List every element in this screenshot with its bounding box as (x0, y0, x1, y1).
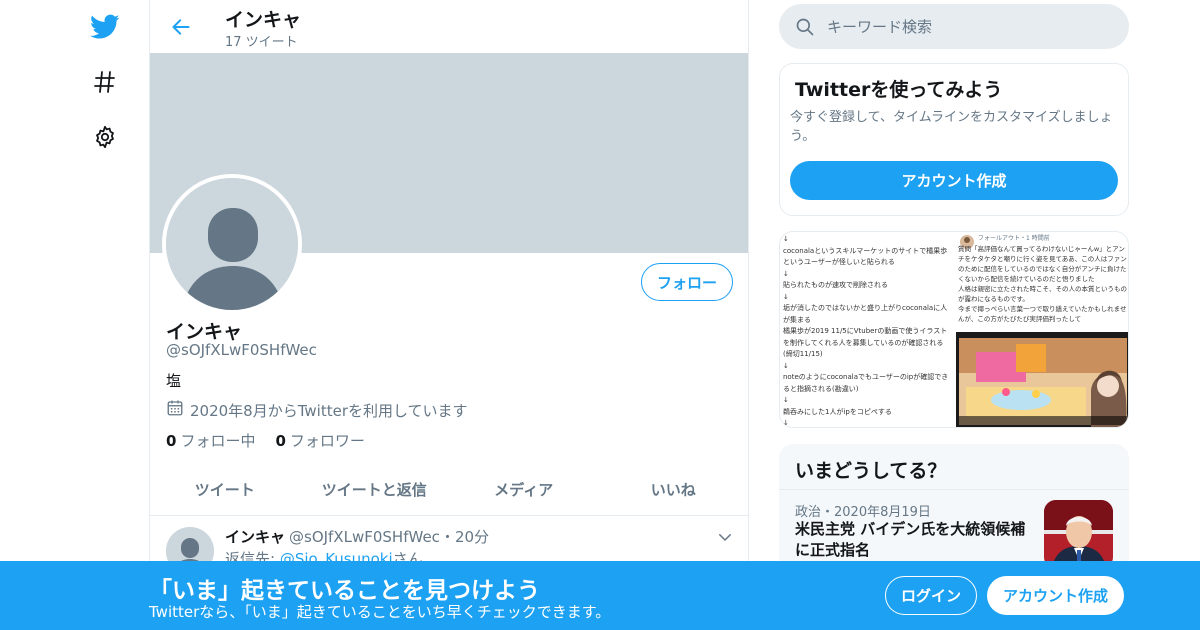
signup-button[interactable]: アカウント作成 (987, 576, 1124, 615)
profile-stats: 0 フォロー中 0 フォロワー (166, 430, 365, 451)
media-right-header: フォールアウト・1 時間前 (978, 235, 1050, 242)
media-preview-card[interactable]: ↓ coconalaというスキルマーケットのサイトで橘果歩というユーザーが怪しい… (779, 231, 1129, 428)
prompt-subtitle: Twitterなら、「いま」起きていることをいち早くチェックできます。 (149, 603, 611, 621)
profile-tabs: ツイート ツイートと返信 メディア いいね (150, 464, 748, 516)
tab-media[interactable]: メディア (449, 464, 599, 515)
game-screenshot-thumbnail (956, 332, 1128, 427)
profile-bio: 塩 (166, 372, 182, 390)
profile-header-bar: インキャ 17 ツイート (150, 0, 748, 53)
chevron-down-icon[interactable] (716, 528, 734, 546)
hashtag-icon[interactable] (88, 65, 122, 99)
media-image-right[interactable]: フォールアウト・1 時間前 質問「高評価なんて買ってるわけないじゃーんw」とアン… (956, 232, 1128, 427)
profile-name: インキャ (166, 321, 243, 343)
following-link[interactable]: 0 フォロー中 (166, 430, 255, 451)
profile-handle: @sOJfXLwF0SHfWec (166, 341, 317, 359)
prompt-title: 「いま」起きていることを見つけよう (149, 578, 540, 604)
signup-card-description: 今すぐ登録して、タイムラインをカスタマイズしましょう。 (790, 110, 1113, 144)
following-label: フォロー中 (180, 432, 256, 450)
tab-tweets[interactable]: ツイート (150, 464, 300, 515)
profile-avatar[interactable] (162, 174, 302, 314)
followers-label: フォロワー (289, 432, 365, 450)
joined-text: 2020年8月からTwitterを利用しています (190, 401, 468, 420)
search-input[interactable] (827, 4, 1117, 49)
media-left-text: ↓ coconalaというスキルマーケットのサイトで橘果歩というユーザーが怪しい… (783, 235, 949, 427)
left-nav (0, 0, 150, 630)
media-right-text: 質問「高評価なんて買ってるわけないじゃーんw」とアンチをケタケタと嘲りに行く姿を… (958, 245, 1127, 323)
trend-thumbnail[interactable] (1044, 500, 1113, 569)
header-title: インキャ (225, 9, 302, 31)
signup-card-title: Twitterを使ってみよう (795, 79, 1003, 101)
following-count: 0 (166, 432, 177, 450)
twitter-bird-icon[interactable] (88, 10, 122, 44)
profile-column: インキャ 17 ツイート フォロー インキャ @sOJfXLwF0SHfWec … (149, 0, 749, 630)
tweet-time[interactable]: ・20分 (440, 528, 489, 546)
trend-meta: 政治・2020年8月19日 (795, 505, 931, 520)
tab-likes[interactable]: いいね (599, 464, 749, 515)
page: インキャ 17 ツイート フォロー インキャ @sOJfXLwF0SHfWec … (0, 0, 1200, 630)
tweet-author-name[interactable]: インキャ (225, 528, 285, 546)
right-sidebar: Twitterを使ってみよう 今すぐ登録して、タイムラインをカスタマイズしましょ… (779, 0, 1129, 630)
search-box[interactable] (779, 4, 1129, 49)
back-arrow-icon[interactable] (166, 12, 196, 42)
signup-prompt-bar: 「いま」起きていることを見つけよう Twitterなら、「いま」起きていることを… (0, 561, 1200, 630)
trends-title: いまどうしてる？ (795, 460, 947, 482)
calendar-icon (166, 399, 184, 421)
tab-tweets-and-replies[interactable]: ツイートと返信 (300, 464, 450, 515)
search-icon (795, 17, 815, 37)
followers-link[interactable]: 0 フォロワー (275, 430, 364, 451)
trends-divider (779, 489, 1129, 490)
trend-headline[interactable]: 米民主党 バイデン氏を大統領候補に正式指名 (795, 519, 1035, 561)
profile-joined: 2020年8月からTwitterを利用しています (166, 399, 468, 421)
gear-icon[interactable] (88, 120, 122, 154)
follow-button[interactable]: フォロー (641, 263, 733, 301)
tweet-header: インキャ @sOJfXLwF0SHfWec・20分 (225, 526, 489, 547)
create-account-button[interactable]: アカウント作成 (790, 161, 1118, 200)
tweet-author-handle: @sOJfXLwF0SHfWec (289, 528, 440, 546)
header-tweet-count: 17 ツイート (225, 35, 298, 50)
signup-card: Twitterを使ってみよう 今すぐ登録して、タイムラインをカスタマイズしましょ… (779, 63, 1129, 216)
followers-count: 0 (275, 432, 286, 450)
login-button[interactable]: ログイン (885, 576, 977, 615)
media-image-left[interactable]: ↓ coconalaというスキルマーケットのサイトで橘果歩というユーザーが怪しい… (780, 232, 954, 427)
